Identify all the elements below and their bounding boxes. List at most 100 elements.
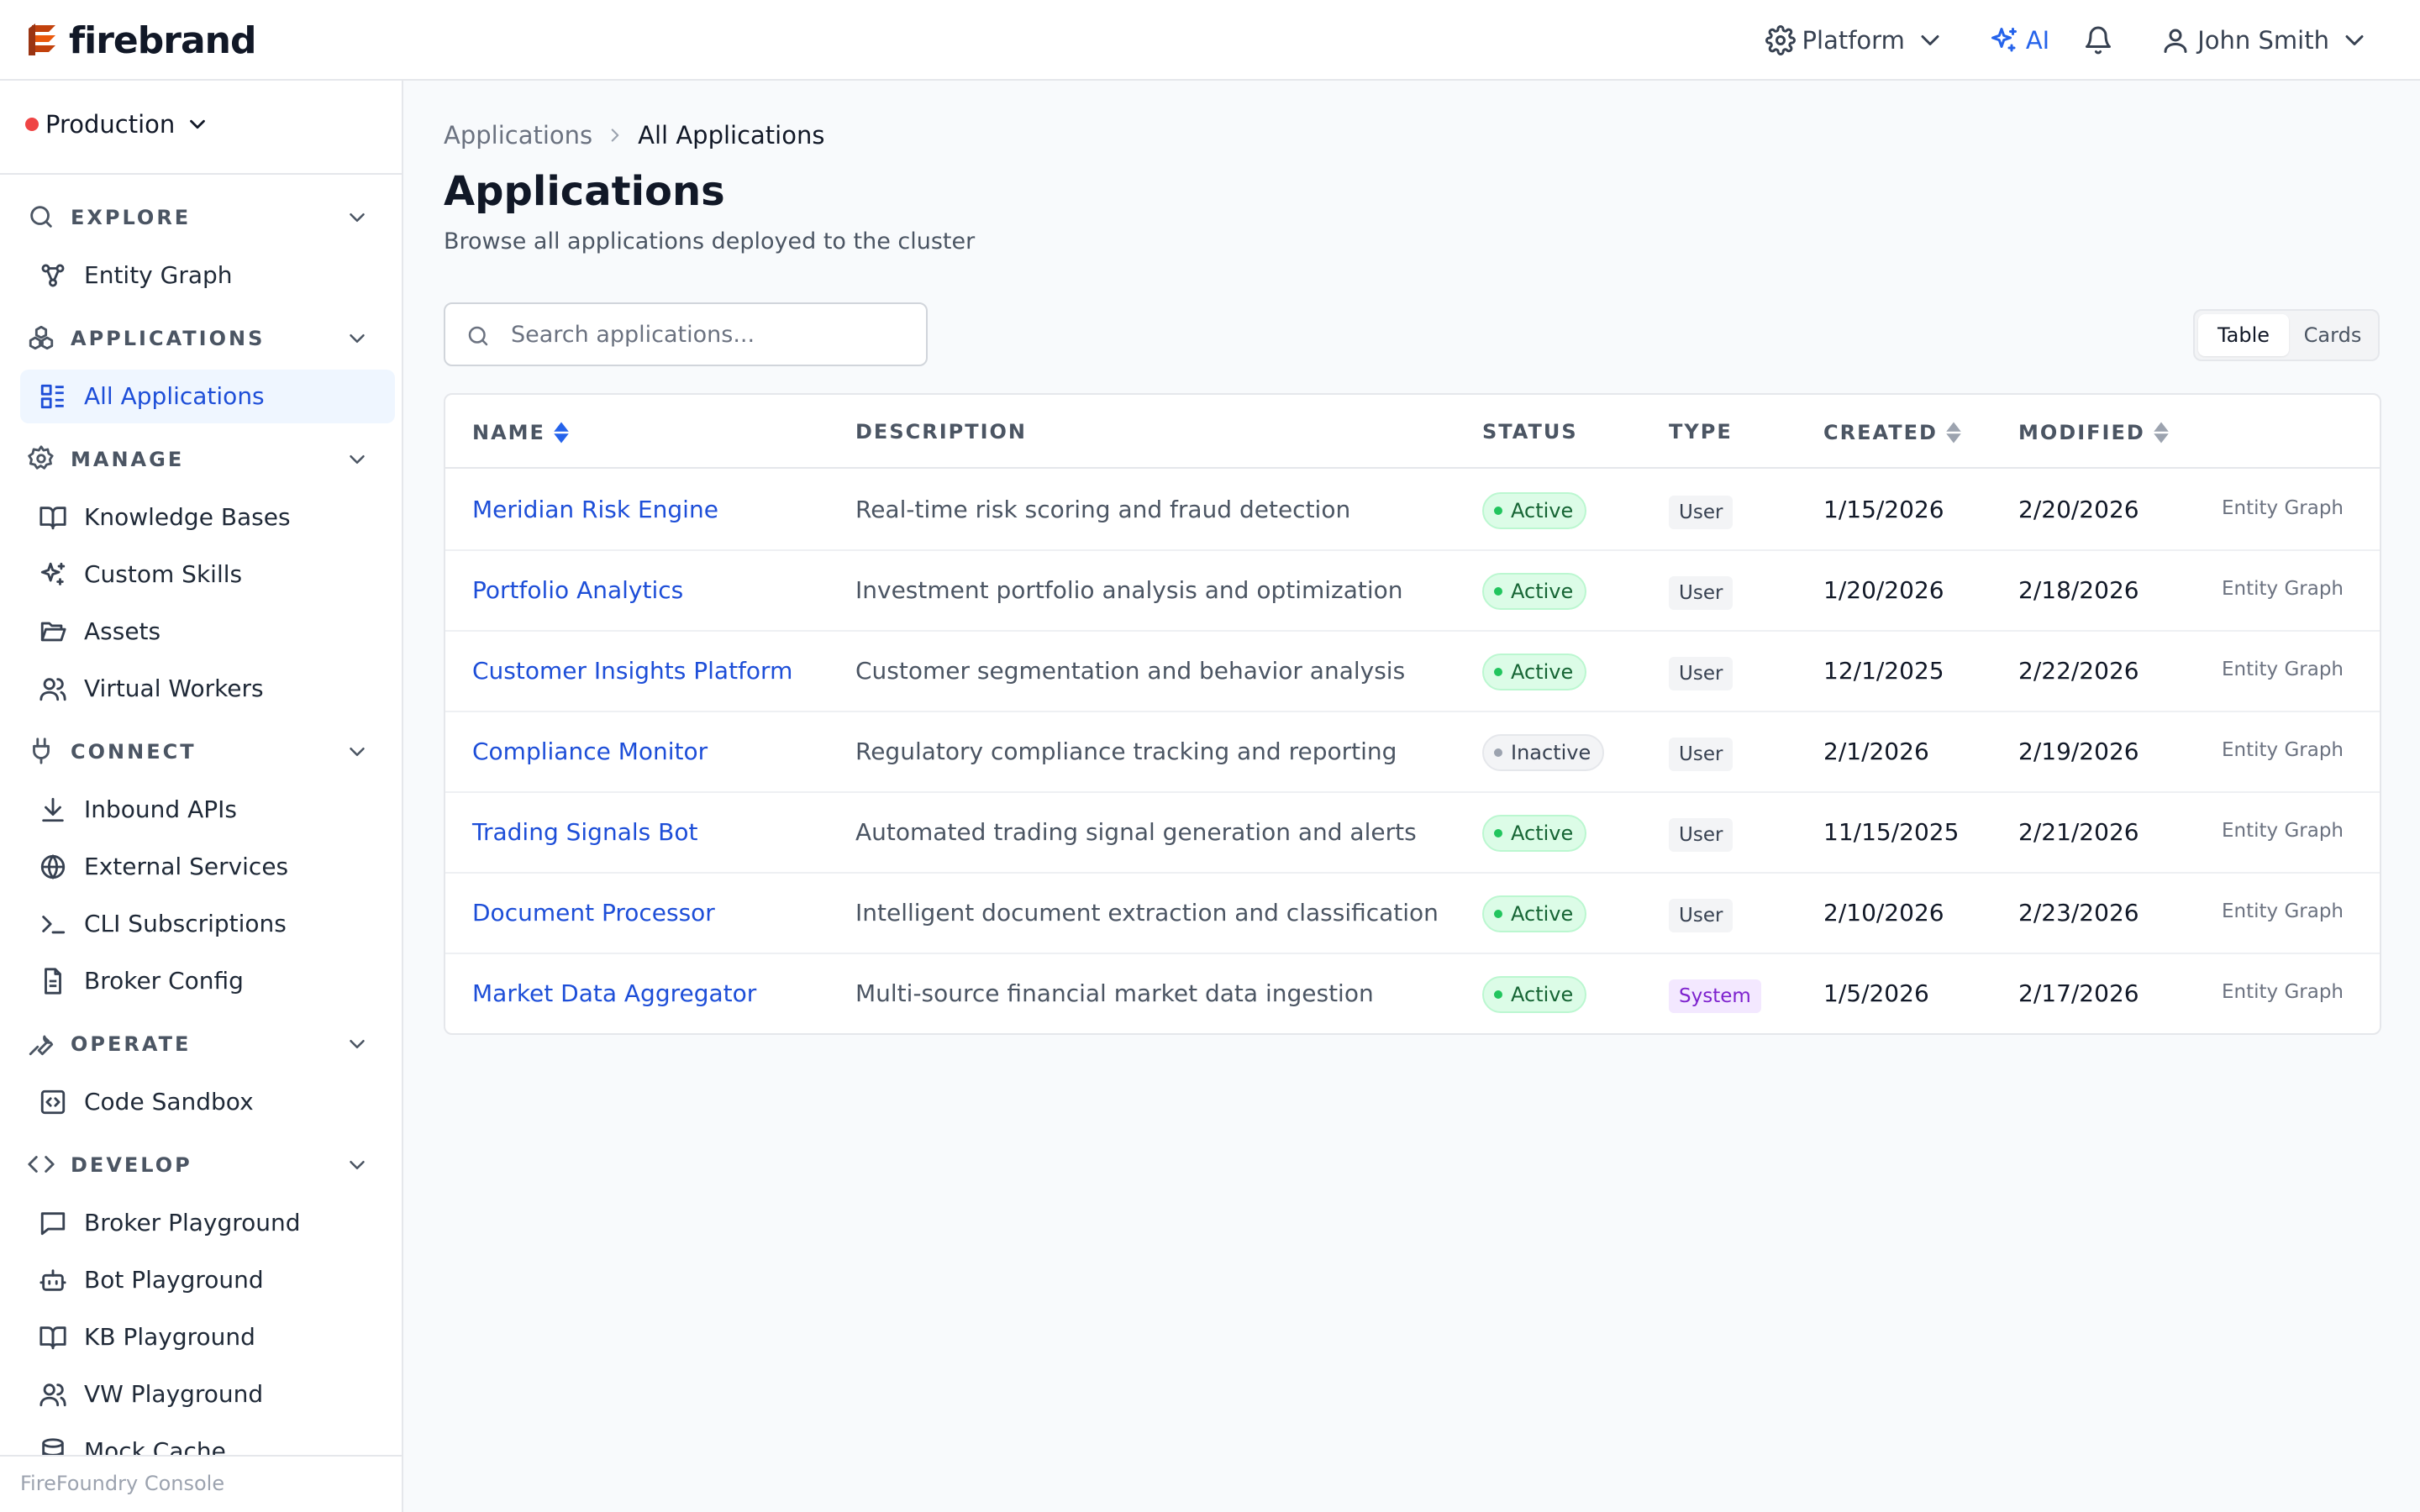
chevron-down-icon xyxy=(350,1040,365,1048)
status-badge: Active xyxy=(1482,492,1587,529)
status-badge: Inactive xyxy=(1482,734,1605,771)
entity-graph-link[interactable]: Entity Graph xyxy=(2222,739,2344,761)
application-name-link[interactable]: Trading Signals Bot xyxy=(472,818,697,846)
sidebar-item-code-sandbox[interactable]: Code Sandbox xyxy=(20,1075,395,1129)
section-manage[interactable]: MANAGE xyxy=(0,433,402,484)
environment-status-dot xyxy=(25,118,39,131)
status-label: Active xyxy=(1511,499,1574,522)
status-dot xyxy=(1494,507,1502,515)
sidebar-item-broker-playground[interactable]: Broker Playground xyxy=(20,1196,395,1250)
sidebar-item-label: KB Playground xyxy=(84,1323,255,1351)
folder-open-icon xyxy=(40,622,66,642)
sidebar-item-entity-graph[interactable]: Entity Graph xyxy=(20,249,395,302)
application-description: Real-time risk scoring and fraud detecti… xyxy=(855,496,1351,523)
environment-selector[interactable]: Production xyxy=(25,102,210,146)
sparkles-icon xyxy=(1991,28,2017,52)
sidebar-item-external-services[interactable]: External Services xyxy=(20,840,395,894)
section-explore[interactable]: EXPLORE xyxy=(0,192,402,242)
footer-label: FireFoundry Console xyxy=(20,1472,225,1495)
application-name-link[interactable]: Customer Insights Platform xyxy=(472,657,792,685)
sidebar-item-custom-skills[interactable]: Custom Skills xyxy=(20,548,395,601)
sidebar-item-label: Broker Config xyxy=(84,967,244,995)
chevron-down-icon xyxy=(2345,35,2364,45)
type-badge: User xyxy=(1669,738,1733,771)
breadcrumb-link-applications[interactable]: Applications xyxy=(444,121,592,150)
ai-button[interactable]: AI xyxy=(1989,25,2049,55)
sidebar-item-label: All Applications xyxy=(84,382,265,410)
plug-icon xyxy=(33,738,50,764)
sidebar-item-label: CLI Subscriptions xyxy=(84,910,287,937)
entity-graph-link[interactable]: Entity Graph xyxy=(2222,659,2344,680)
logo-text: firebrand xyxy=(69,18,256,62)
type-badge: User xyxy=(1669,657,1733,690)
column-header-created[interactable]: CREATED xyxy=(1823,420,1965,445)
application-description: Customer segmentation and behavior analy… xyxy=(855,657,1406,685)
status-label: Inactive xyxy=(1511,741,1591,764)
cards-view-button[interactable]: Cards xyxy=(2291,314,2375,356)
sidebar-item-knowledge-bases[interactable]: Knowledge Bases xyxy=(20,491,395,544)
application-name-link[interactable]: Portfolio Analytics xyxy=(472,576,683,604)
sidebar-item-bot-playground[interactable]: Bot Playground xyxy=(20,1253,395,1307)
application-name-link[interactable]: Market Data Aggregator xyxy=(472,979,756,1007)
column-header-name[interactable]: NAME xyxy=(472,420,572,445)
entity-graph-link[interactable]: Entity Graph xyxy=(2222,900,2344,922)
application-name-link[interactable]: Meridian Risk Engine xyxy=(472,496,718,523)
notifications-button[interactable] xyxy=(2083,25,2113,55)
sidebar-item-cli-subscriptions[interactable]: CLI Subscriptions xyxy=(20,897,395,951)
status-badge: Active xyxy=(1482,976,1587,1013)
top-header: firebrand Platform AI John Smith xyxy=(0,0,2420,81)
table-view-button[interactable]: Table xyxy=(2198,314,2289,356)
column-header-label: MODIFIED xyxy=(2018,421,2145,444)
section-develop[interactable]: DEVELOP xyxy=(0,1139,402,1189)
modified-date: 2/17/2026 xyxy=(2018,979,2139,1007)
status-label: Active xyxy=(1511,580,1574,603)
firebrand-logo[interactable]: firebrand xyxy=(24,17,256,64)
column-header-type: TYPE xyxy=(1669,420,1733,444)
gear-icon xyxy=(28,445,54,470)
application-name-link[interactable]: Compliance Monitor xyxy=(472,738,708,765)
application-name-link[interactable]: Document Processor xyxy=(472,899,715,927)
sidebar-item-label: Bot Playground xyxy=(84,1266,264,1294)
search-input[interactable] xyxy=(511,316,906,353)
chevron-down-icon xyxy=(350,1161,365,1169)
column-header-label: STATUS xyxy=(1482,420,1578,444)
section-connect[interactable]: CONNECT xyxy=(0,726,402,776)
list-layout-icon xyxy=(40,384,64,409)
terminal-icon xyxy=(42,916,66,934)
type-badge: User xyxy=(1669,818,1733,852)
sidebar-item-label: Entity Graph xyxy=(84,261,233,289)
breadcrumb: Applications All Applications xyxy=(444,121,824,150)
type-badge: User xyxy=(1669,576,1733,610)
sidebar-item-kb-playground[interactable]: KB Playground xyxy=(20,1310,395,1364)
sidebar-item-all-applications[interactable]: All Applications xyxy=(20,370,395,423)
column-header-modified[interactable]: MODIFIED xyxy=(2018,420,2172,445)
sidebar-item-label: Code Sandbox xyxy=(84,1088,254,1116)
section-operate[interactable]: OPERATE xyxy=(0,1018,402,1068)
platform-menu[interactable]: Platform xyxy=(1765,25,1945,55)
main-content: Applications All Applications Applicatio… xyxy=(405,81,2420,1512)
section-label: DEVELOP xyxy=(71,1153,192,1177)
sidebar-item-vw-playground[interactable]: VW Playground xyxy=(20,1368,395,1421)
search-box[interactable] xyxy=(444,302,928,366)
sidebar-item-assets[interactable]: Assets xyxy=(20,605,395,659)
modified-date: 2/20/2026 xyxy=(2018,496,2139,523)
status-dot xyxy=(1494,829,1502,837)
top-nav: Platform AI John Smith xyxy=(1765,0,2370,81)
sidebar-item-broker-config[interactable]: Broker Config xyxy=(20,954,395,1008)
modified-date: 2/19/2026 xyxy=(2018,738,2139,765)
user-menu[interactable]: John Smith xyxy=(2160,25,2370,55)
entity-graph-link[interactable]: Entity Graph xyxy=(2222,578,2344,600)
entity-graph-link[interactable]: Entity Graph xyxy=(2222,820,2344,842)
entity-graph-link[interactable]: Entity Graph xyxy=(2222,497,2344,519)
sidebar-item-virtual-workers[interactable]: Virtual Workers xyxy=(20,662,395,716)
application-description: Intelligent document extraction and clas… xyxy=(855,899,1439,927)
wrench-icon xyxy=(29,1035,54,1056)
sidebar-item-inbound-apis[interactable]: Inbound APIs xyxy=(20,783,395,837)
entity-graph-link[interactable]: Entity Graph xyxy=(2222,981,2344,1003)
table-row: Document Processor Intelligent document … xyxy=(445,874,2380,954)
table-row: Portfolio Analytics Investment portfolio… xyxy=(445,551,2380,632)
status-dot xyxy=(1494,990,1502,999)
column-header-label: TYPE xyxy=(1669,420,1733,444)
message-square-icon xyxy=(40,1212,66,1236)
section-applications[interactable]: APPLICATIONS xyxy=(0,312,402,363)
